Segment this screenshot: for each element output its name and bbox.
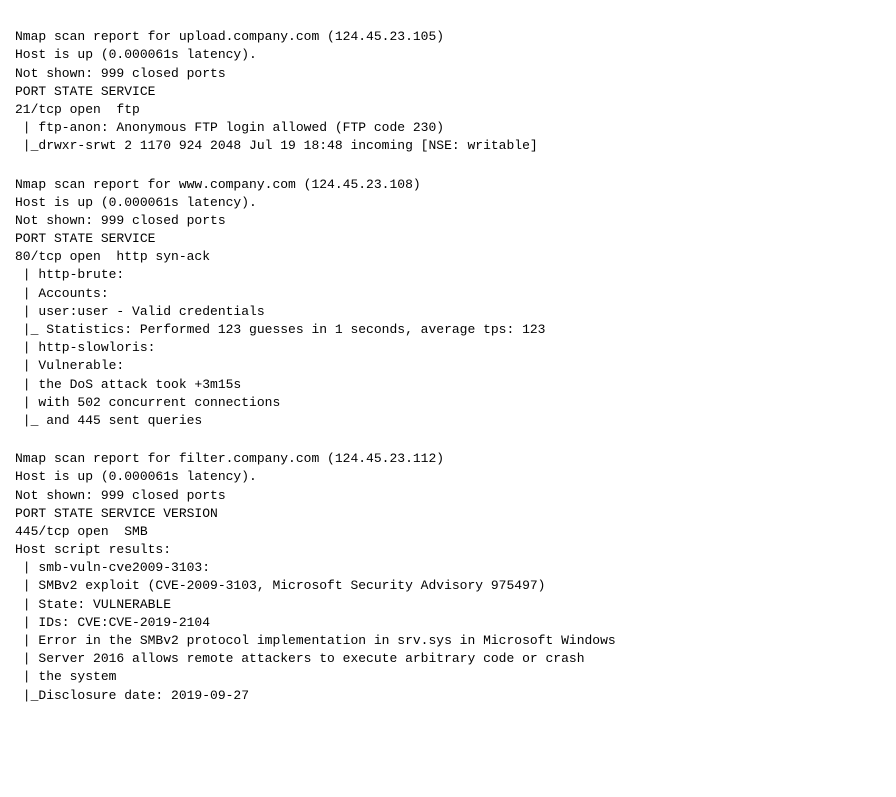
- line-3-2: Host is up (0.000061s latency).: [15, 468, 881, 486]
- line-3-12: | Server 2016 allows remote attackers to…: [15, 650, 881, 668]
- line-3-8: | SMBv2 exploit (CVE-2009-3103, Microsof…: [15, 577, 881, 595]
- line-3-13: | the system: [15, 668, 881, 686]
- line-3-9: | State: VULNERABLE: [15, 596, 881, 614]
- line-3-11: | Error in the SMBv2 protocol implementa…: [15, 632, 881, 650]
- terminal-output: Nmap scan report for upload.company.com …: [15, 10, 881, 705]
- line-2-6: | http-brute:: [15, 266, 881, 284]
- line-2-10: | http-slowloris:: [15, 339, 881, 357]
- line-3-1: Nmap scan report for filter.company.com …: [15, 450, 881, 468]
- line-1-5: 21/tcp open ftp: [15, 101, 881, 119]
- scan-block-1: Nmap scan report for upload.company.com …: [15, 28, 881, 155]
- line-3-10: | IDs: CVE:CVE-2019-2104: [15, 614, 881, 632]
- line-2-5: 80/tcp open http syn-ack: [15, 248, 881, 266]
- line-3-7: | smb-vuln-cve2009-3103:: [15, 559, 881, 577]
- line-3-6: Host script results:: [15, 541, 881, 559]
- line-2-14: |_ and 445 sent queries: [15, 412, 881, 430]
- line-1-7: |_drwxr-srwt 2 1170 924 2048 Jul 19 18:4…: [15, 137, 881, 155]
- line-1-3: Not shown: 999 closed ports: [15, 65, 881, 83]
- line-2-2: Host is up (0.000061s latency).: [15, 194, 881, 212]
- line-1-6: | ftp-anon: Anonymous FTP login allowed …: [15, 119, 881, 137]
- line-3-4: PORT STATE SERVICE VERSION: [15, 505, 881, 523]
- line-1-4: PORT STATE SERVICE: [15, 83, 881, 101]
- line-1-2: Host is up (0.000061s latency).: [15, 46, 881, 64]
- line-2-3: Not shown: 999 closed ports: [15, 212, 881, 230]
- line-2-13: | with 502 concurrent connections: [15, 394, 881, 412]
- line-2-1: Nmap scan report for www.company.com (12…: [15, 176, 881, 194]
- line-2-4: PORT STATE SERVICE: [15, 230, 881, 248]
- line-2-12: | the DoS attack took +3m15s: [15, 376, 881, 394]
- line-3-3: Not shown: 999 closed ports: [15, 487, 881, 505]
- line-2-8: | user:user - Valid credentials: [15, 303, 881, 321]
- scan-block-3: Nmap scan report for filter.company.com …: [15, 450, 881, 705]
- scan-block-2: Nmap scan report for www.company.com (12…: [15, 176, 881, 431]
- line-2-9: |_ Statistics: Performed 123 guesses in …: [15, 321, 881, 339]
- line-3-5: 445/tcp open SMB: [15, 523, 881, 541]
- line-2-11: | Vulnerable:: [15, 357, 881, 375]
- line-1-1: Nmap scan report for upload.company.com …: [15, 28, 881, 46]
- line-3-14: |_Disclosure date: 2019-09-27: [15, 687, 881, 705]
- line-2-7: | Accounts:: [15, 285, 881, 303]
